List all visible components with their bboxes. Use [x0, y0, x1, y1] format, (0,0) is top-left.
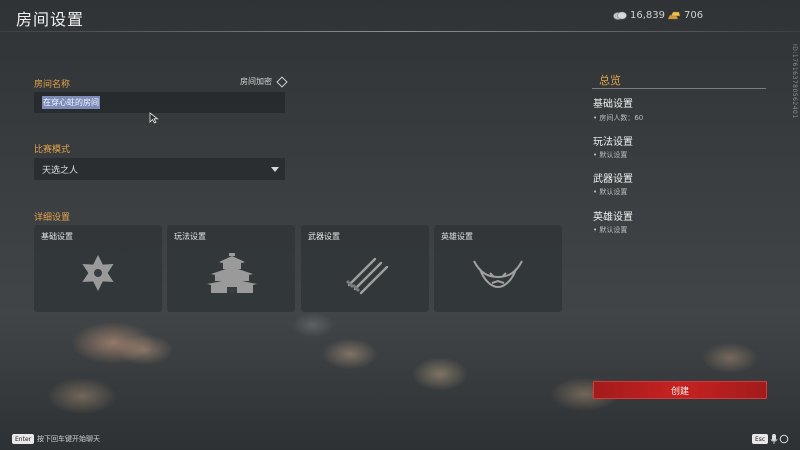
- summary-weapon-detail: • 默认设置: [593, 188, 628, 196]
- summary-divider: [592, 88, 766, 89]
- card-label: 玩法设置: [174, 232, 206, 241]
- summary-hero-heading: 英雄设置: [593, 212, 633, 223]
- card-label: 基础设置: [41, 232, 73, 241]
- page-title: 房间设置: [16, 10, 85, 29]
- pagoda-icon: [207, 253, 257, 293]
- crossed-swords-icon: [345, 257, 389, 295]
- silver-amount: 16,839: [630, 10, 665, 21]
- room-name-value: 在穿心蛀的房间: [42, 96, 100, 109]
- card-hero-settings[interactable]: 英雄设置: [434, 225, 562, 312]
- voice-chat-icon[interactable]: [779, 434, 789, 444]
- gold-currency: 706: [667, 10, 703, 21]
- details-label: 详细设置: [34, 213, 71, 223]
- top-bar: 房间设置 16,839 706: [0, 0, 800, 32]
- room-encrypt-label: 房间加密: [240, 77, 272, 86]
- card-gameplay-settings[interactable]: 玩法设置: [167, 225, 295, 312]
- header-divider: [0, 31, 800, 32]
- mouse-cursor-icon: [149, 112, 159, 124]
- summary-hero-detail: • 默认设置: [593, 226, 628, 234]
- player-uid: ID:176163780562401: [791, 44, 798, 119]
- silver-currency: 16,839: [613, 10, 665, 21]
- gold-bars-icon: [667, 11, 681, 19]
- summary-basic-detail: • 房间人数：60: [593, 114, 644, 122]
- details-cards: 基础设置 玩法设置 武器设置 英雄设置: [34, 225, 562, 312]
- summary-weapon-heading: 武器设置: [593, 174, 633, 185]
- mode-select[interactable]: 天选之人: [34, 158, 285, 180]
- room-name-input[interactable]: 在穿心蛀的房间: [34, 92, 285, 113]
- gold-amount: 706: [684, 10, 704, 21]
- encrypt-checkbox-icon[interactable]: [276, 75, 288, 88]
- esc-key-badge[interactable]: Esc: [752, 434, 769, 444]
- summary-gameplay-detail: • 默认设置: [593, 151, 628, 159]
- summary-gameplay-heading: 玩法设置: [593, 137, 633, 148]
- card-weapon-settings[interactable]: 武器设置: [301, 225, 429, 312]
- card-label: 英雄设置: [441, 232, 473, 241]
- flower-crest-icon: [82, 255, 114, 291]
- card-label: 武器设置: [308, 232, 340, 241]
- summary-title: 总览: [599, 74, 621, 87]
- card-basic-settings[interactable]: 基础设置: [34, 225, 162, 312]
- room-name-label: 房间名称: [34, 80, 71, 90]
- chevron-down-icon: [271, 167, 279, 172]
- mode-label: 比赛模式: [34, 145, 71, 155]
- demon-mask-icon: [473, 260, 523, 289]
- summary-basic-heading: 基础设置: [593, 99, 633, 110]
- silver-coins-icon: [613, 11, 627, 20]
- room-encrypt-toggle[interactable]: 房间加密: [240, 75, 288, 88]
- enter-key-badge: Enter: [12, 434, 35, 444]
- microphone-icon[interactable]: [770, 433, 778, 445]
- mode-selected-value: 天选之人: [42, 165, 79, 176]
- chat-hint: 按下回车键开始聊天: [37, 435, 100, 443]
- create-button[interactable]: 创建: [593, 381, 767, 399]
